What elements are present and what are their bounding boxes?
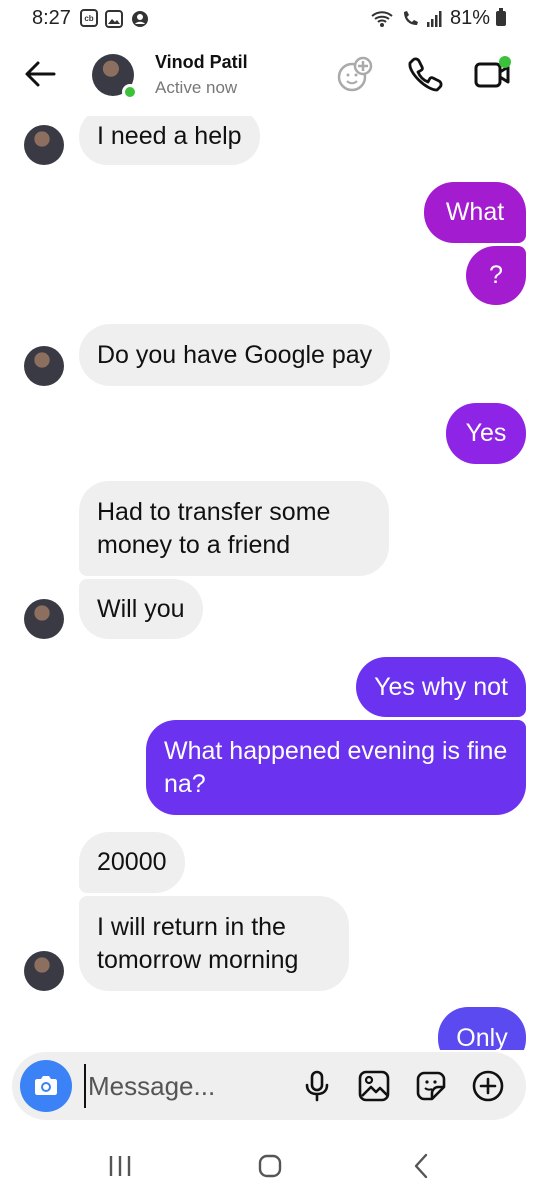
message-outgoing[interactable]: ? (466, 246, 526, 305)
add-plus-icon[interactable] (471, 1069, 505, 1103)
message-incoming[interactable]: I need a help (79, 110, 260, 165)
video-call-icon[interactable] (472, 54, 512, 94)
message-thread[interactable]: I need a help What ? Do you have Google … (0, 110, 538, 1050)
wifi-call-icon (403, 10, 418, 25)
contact-active-status: Active now (155, 78, 238, 97)
message-incoming[interactable]: Had to transfer some money to a friend (79, 481, 389, 576)
message-outgoing[interactable]: What happened evening is fine na? (146, 720, 526, 815)
status-right-icons: 81% (370, 7, 506, 30)
gallery-icon (105, 10, 123, 28)
cb-icon: cb (80, 9, 98, 27)
back-arrow-icon[interactable] (20, 54, 60, 94)
camera-icon (35, 1076, 57, 1095)
sender-avatar[interactable] (24, 125, 64, 165)
add-people-icon[interactable] (335, 54, 375, 94)
camera-button[interactable] (20, 1060, 72, 1112)
message-composer (12, 1052, 526, 1120)
online-status-dot (122, 84, 138, 100)
home-icon[interactable] (252, 1148, 288, 1184)
sticker-icon[interactable] (414, 1069, 448, 1103)
system-nav-bar (0, 1130, 538, 1200)
status-left-icons: cb (80, 9, 150, 29)
wifi-icon (371, 10, 393, 27)
battery-icon (496, 8, 506, 26)
nav-back-icon[interactable] (404, 1148, 440, 1184)
contact-name[interactable]: Vinod Patil (155, 52, 248, 73)
signal-icon (426, 10, 442, 27)
recent-apps-icon[interactable] (102, 1148, 138, 1184)
sender-avatar[interactable] (24, 346, 64, 386)
gallery-icon[interactable] (357, 1069, 391, 1103)
message-incoming[interactable]: Will you (79, 579, 203, 639)
battery-percent: 81% (449, 7, 490, 29)
message-outgoing[interactable]: What (424, 182, 526, 243)
phone-call-icon[interactable] (404, 54, 444, 94)
contact-avatar[interactable] (92, 54, 138, 100)
chat-header: Vinod Patil Active now (0, 38, 538, 116)
status-bar: 8:27 cb 81% (0, 0, 538, 38)
sender-avatar[interactable] (24, 951, 64, 991)
microphone-icon[interactable] (300, 1069, 334, 1103)
status-time: 8:27 (32, 7, 71, 29)
sender-avatar[interactable] (24, 599, 64, 639)
message-outgoing[interactable]: Yes (446, 403, 526, 464)
message-incoming[interactable]: 20000 (79, 832, 185, 893)
account-icon (132, 11, 148, 27)
message-incoming[interactable]: I will return in the tomorrow morning (79, 896, 349, 991)
message-input[interactable] (84, 1064, 284, 1108)
message-outgoing[interactable]: Yes why not (356, 657, 526, 717)
message-incoming[interactable]: Do you have Google pay (79, 324, 391, 386)
message-outgoing[interactable]: Only (438, 1007, 526, 1050)
